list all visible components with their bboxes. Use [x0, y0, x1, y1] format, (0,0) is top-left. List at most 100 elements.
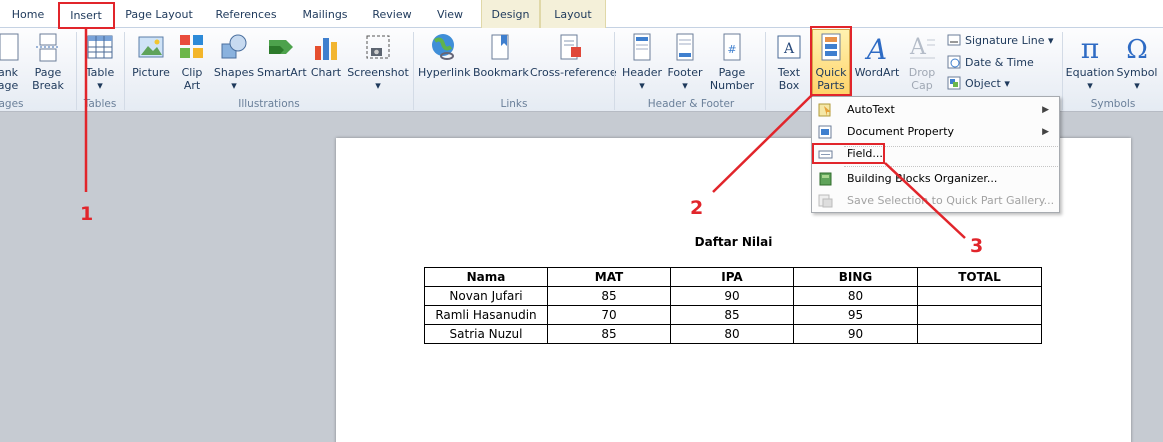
- group-label-illustrations: Illustrations: [238, 98, 300, 110]
- hyperlink-icon: [429, 32, 459, 64]
- svg-text:#: #: [727, 43, 736, 56]
- group-separator: [765, 32, 766, 110]
- signature-line-button[interactable]: Signature Line ▾: [947, 31, 1054, 51]
- chart-button[interactable]: Chart: [308, 30, 344, 96]
- date-time-button[interactable]: Date & Time: [947, 53, 1034, 73]
- table-cell[interactable]: Satria Nuzul: [424, 324, 548, 344]
- wordart-icon: A: [862, 32, 892, 66]
- menu-item-autotext[interactable]: AutoText ▶: [814, 99, 1057, 121]
- cross-reference-label: Cross-reference: [530, 66, 617, 79]
- submenu-arrow-icon: ▶: [1042, 127, 1049, 137]
- save-selection-icon: [818, 194, 833, 208]
- building-blocks-icon: [818, 172, 833, 186]
- menu-item-label: Building Blocks Organizer...: [847, 172, 998, 185]
- clip-art-label-2: Art: [183, 79, 201, 92]
- svg-text:A: A: [909, 35, 927, 60]
- equation-dropdown-icon: ▾: [1087, 79, 1093, 92]
- bookmark-button[interactable]: Bookmark: [473, 30, 529, 96]
- svg-text:Ω: Ω: [1126, 35, 1148, 64]
- autotext-icon: [818, 103, 833, 117]
- smartart-label: SmartArt: [257, 66, 307, 79]
- text-box-icon: A: [774, 32, 804, 64]
- tab-page-layout[interactable]: Page Layout: [120, 2, 198, 28]
- shapes-icon: [219, 32, 249, 64]
- page-number-label-2: Number: [709, 79, 755, 92]
- table-cell[interactable]: 85: [547, 286, 671, 306]
- shapes-button[interactable]: Shapes ▾: [213, 30, 255, 96]
- signature-line-icon: [947, 33, 961, 47]
- tab-view[interactable]: View: [428, 2, 472, 28]
- tab-layout[interactable]: Layout: [540, 0, 606, 28]
- svg-text:A: A: [783, 41, 795, 57]
- table-cell[interactable]: [917, 286, 1042, 306]
- blank-page-button[interactable]: ank age: [0, 30, 22, 96]
- table-cell[interactable]: 85: [547, 324, 671, 344]
- table-cell[interactable]: Ramli Hasanudin: [424, 305, 548, 325]
- table-cell[interactable]: 80: [793, 286, 918, 306]
- drop-cap-label-2: Cap: [911, 79, 933, 92]
- table-cell[interactable]: [917, 305, 1042, 325]
- table-icon: [85, 32, 115, 64]
- signature-line-label: Signature Line: [965, 34, 1045, 47]
- screenshot-button[interactable]: Screenshot ▾: [347, 30, 409, 96]
- header-dropdown-icon: ▾: [639, 79, 645, 92]
- object-button[interactable]: Object ▾: [947, 74, 1010, 94]
- smartart-button[interactable]: SmartArt: [257, 30, 307, 96]
- text-box-button[interactable]: A Text Box: [770, 30, 808, 96]
- group-separator: [1062, 32, 1063, 110]
- table-cell[interactable]: Novan Jufari: [424, 286, 548, 306]
- header-ipa: IPA: [670, 267, 794, 287]
- highlight-box-field: [812, 143, 885, 164]
- date-time-label: Date & Time: [965, 56, 1034, 69]
- table-cell[interactable]: 90: [793, 324, 918, 344]
- footer-label: Footer: [667, 66, 703, 79]
- table-cell[interactable]: 95: [793, 305, 918, 325]
- chart-label: Chart: [310, 66, 342, 79]
- step-number-1: 1: [80, 203, 94, 225]
- header-label: Header: [621, 66, 663, 79]
- tab-references[interactable]: References: [208, 2, 284, 28]
- header-bing: BING: [793, 267, 918, 287]
- header-button[interactable]: Header ▾: [621, 30, 663, 96]
- page-break-button[interactable]: Page Break: [30, 30, 66, 96]
- menu-item-building-blocks-organizer[interactable]: Building Blocks Organizer...: [814, 168, 1057, 190]
- menu-item-document-property[interactable]: Document Property ▶: [814, 121, 1057, 143]
- wordart-button[interactable]: A WordArt: [853, 30, 901, 96]
- tab-home[interactable]: Home: [4, 2, 52, 28]
- text-box-label: Text: [777, 66, 801, 79]
- blank-page-label-2: age: [0, 79, 19, 92]
- hyperlink-button[interactable]: Hyperlink: [418, 30, 471, 96]
- drop-cap-icon: A: [907, 32, 937, 64]
- screenshot-icon: [363, 32, 393, 64]
- table-cell[interactable]: [917, 324, 1042, 344]
- table-label: Table: [85, 66, 115, 79]
- picture-icon: [136, 32, 166, 64]
- group-label-links: Links: [500, 98, 528, 110]
- equation-button[interactable]: π Equation ▾: [1065, 30, 1115, 96]
- header-mat: MAT: [547, 267, 671, 287]
- header-icon: [627, 32, 657, 64]
- hyperlink-label: Hyperlink: [418, 66, 471, 79]
- table-cell[interactable]: 85: [670, 305, 794, 325]
- picture-button[interactable]: Picture: [129, 30, 173, 96]
- table-dropdown-icon: ▾: [97, 79, 103, 92]
- page-number-button[interactable]: # Page Number: [706, 30, 758, 96]
- table-cell[interactable]: 70: [547, 305, 671, 325]
- clip-art-icon: [177, 32, 207, 64]
- cross-reference-button[interactable]: Cross-reference: [530, 30, 617, 96]
- highlight-box-quick-parts: [810, 26, 852, 96]
- smartart-icon: [266, 32, 296, 64]
- symbol-button[interactable]: Ω Symbol ▾: [1115, 30, 1159, 96]
- symbol-dropdown-icon: ▾: [1134, 79, 1140, 92]
- menu-divider: [844, 166, 1058, 167]
- tab-mailings[interactable]: Mailings: [294, 2, 356, 28]
- tab-review[interactable]: Review: [364, 2, 420, 28]
- table-cell[interactable]: 80: [670, 324, 794, 344]
- calendar-clock-icon: [947, 55, 961, 69]
- tab-design[interactable]: Design: [481, 0, 540, 28]
- footer-button[interactable]: Footer ▾: [665, 30, 705, 96]
- table-cell[interactable]: 90: [670, 286, 794, 306]
- table-button[interactable]: Table ▾: [80, 30, 120, 96]
- clip-art-button[interactable]: Clip Art: [175, 30, 209, 96]
- grades-table[interactable]: Nama MAT IPA BING TOTAL Novan Jufari 85 …: [424, 267, 1042, 344]
